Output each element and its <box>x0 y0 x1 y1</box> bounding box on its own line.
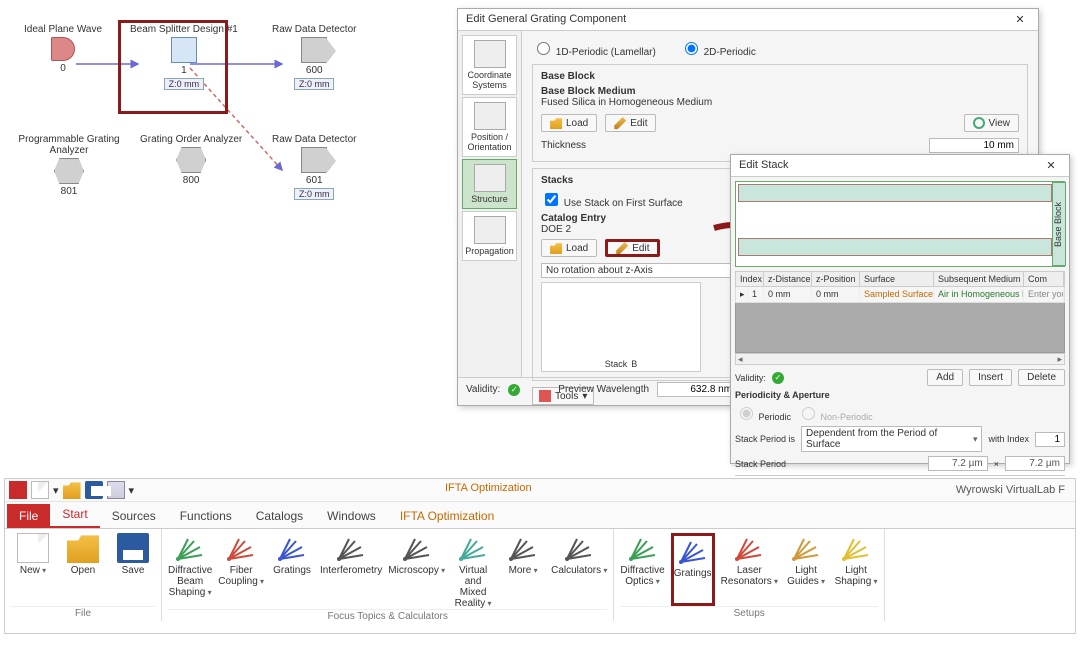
qat-dropdown-icon[interactable]: ▾ <box>53 484 59 497</box>
ribbon-item-microscopy[interactable]: Microscopy <box>388 533 445 609</box>
base-block-medium-label: Base Block Medium <box>541 86 1019 97</box>
validity-ok-icon: ✓ <box>772 372 784 384</box>
base-block-side-label: Base Block <box>1052 182 1066 266</box>
system-diagram: Ideal Plane Wave 0 Beam Splitter Design … <box>24 18 444 238</box>
ribbon-item-interferometry[interactable]: Interferometry <box>320 533 382 609</box>
ribbon-item-open[interactable]: Open <box>61 533 105 606</box>
node-raw-detector-601[interactable]: Raw Data Detector 601 Z:0 mm <box>272 134 356 200</box>
radio-2d-periodic[interactable]: 2D-Periodic <box>680 39 756 58</box>
preview-wavelength-input[interactable] <box>657 382 737 397</box>
delete-button[interactable]: Delete <box>1018 369 1065 386</box>
ribbon-item-light-shaping[interactable]: LightShaping <box>834 533 878 606</box>
ribbon-item-new[interactable]: New <box>11 533 55 606</box>
ribbon-item-gratings[interactable]: Gratings <box>270 533 314 609</box>
tab-sources[interactable]: Sources <box>100 504 168 528</box>
radio-1d-periodic[interactable]: 1D-Periodic (Lamellar) <box>532 39 656 58</box>
app-icon <box>9 481 27 499</box>
insert-button[interactable]: Insert <box>969 369 1012 386</box>
tab-coordinate-systems[interactable]: Coordinate Systems <box>462 35 517 95</box>
qat-open-icon[interactable] <box>63 481 81 499</box>
ribbon-item-diffractive-beam-shaping[interactable]: DiffractiveBeamShaping <box>168 533 212 609</box>
tab-catalogs[interactable]: Catalogs <box>244 504 315 528</box>
app-title: Wyrowski VirtualLab F <box>956 484 1071 496</box>
ribbon-item-virtual-and-mixed-reality[interactable]: VirtualandMixedReality <box>451 533 495 609</box>
stack-table-empty <box>735 303 1065 353</box>
ribbon-group-setups: DiffractiveOpticsGratingsLaserResonators… <box>614 529 885 621</box>
qat-save-icon[interactable] <box>85 481 103 499</box>
ribbon-item-more[interactable]: More <box>501 533 545 609</box>
tab-file[interactable]: File <box>7 504 50 528</box>
side-tab-list: Coordinate Systems Position / Orientatio… <box>458 31 522 377</box>
stack-preview: StackB <box>541 282 701 372</box>
with-index-input[interactable] <box>1035 432 1065 447</box>
node-grating-order-analyzer[interactable]: Grating Order Analyzer 800 <box>140 134 242 186</box>
tab-propagation[interactable]: Propagation <box>462 211 517 261</box>
ribbon-item-gratings[interactable]: Gratings <box>671 533 715 606</box>
qat-new-icon[interactable] <box>31 481 49 499</box>
base-block-medium-value: Fused Silica in Homogeneous Medium <box>541 97 1019 108</box>
periodic-radio[interactable]: Periodic <box>735 404 791 422</box>
edit-stack-button[interactable]: Edit <box>605 239 660 257</box>
ribbon-item-save[interactable]: Save <box>111 533 155 606</box>
add-button[interactable]: Add <box>927 369 963 386</box>
node-prog-grating-analyzer[interactable]: Programmable Grating Analyzer 801 <box>14 134 124 197</box>
close-icon[interactable]: ✕ <box>1010 13 1030 26</box>
ribbon-item-diffractive-optics[interactable]: DiffractiveOptics <box>620 533 664 606</box>
stack-visualization[interactable]: Base Block <box>735 181 1065 267</box>
node-ideal-plane-wave[interactable]: Ideal Plane Wave 0 <box>24 24 102 74</box>
validity-label: Validity: <box>466 384 500 395</box>
validity-ok-icon: ✓ <box>508 384 520 396</box>
load-stack-button[interactable]: Load <box>541 239 597 257</box>
tab-ifta-optimization[interactable]: IFTA Optimization <box>388 504 506 528</box>
thickness-input[interactable] <box>929 138 1019 153</box>
tab-structure[interactable]: Structure <box>462 159 517 209</box>
stack-dialog-title: Edit Stack <box>739 159 789 172</box>
ribbon-item-light-guides[interactable]: LightGuides <box>784 533 828 606</box>
ribbon: ▾ ▾ IFTA Optimization Wyrowski VirtualLa… <box>4 478 1076 634</box>
ribbon-group-file: NewOpenSaveFile <box>5 529 162 621</box>
non-periodic-radio: Non-Periodic <box>797 404 873 422</box>
stack-table-row[interactable]: ▸ 1 0 mm 0 mm Sampled Surface Air in Hom… <box>735 287 1065 303</box>
ribbon-item-fiber-coupling[interactable]: FiberCoupling <box>218 533 264 609</box>
ribbon-group-focus: DiffractiveBeamShapingFiberCouplingGrati… <box>162 529 614 621</box>
ribbon-item-laser-resonators[interactable]: LaserResonators <box>721 533 778 606</box>
stack-period-x <box>928 456 988 471</box>
close-icon[interactable]: ✕ <box>1041 159 1061 172</box>
tab-start[interactable]: Start <box>50 502 99 528</box>
view-button[interactable]: View <box>964 114 1020 132</box>
node-raw-detector-600[interactable]: Raw Data Detector 600 Z:0 mm <box>272 24 356 90</box>
stack-period-y <box>1005 456 1065 471</box>
dialog-title: Edit General Grating Component <box>466 13 626 26</box>
horizontal-scrollbar[interactable] <box>735 353 1065 365</box>
tab-windows[interactable]: Windows <box>315 504 388 528</box>
thickness-label: Thickness <box>541 140 586 151</box>
ribbon-item-calculators[interactable]: Calculators <box>551 533 607 609</box>
extra-tab-top[interactable]: IFTA Optimization <box>445 482 532 494</box>
dialog-edit-stack: Edit Stack ✕ Base Block Index z-Distance… <box>730 154 1070 464</box>
load-button[interactable]: Load <box>541 114 597 132</box>
node-beam-splitter[interactable]: Beam Splitter Design #1 1 Z:0 mm <box>130 24 238 90</box>
tab-position-orientation[interactable]: Position / Orientation <box>462 97 517 157</box>
periodicity-aperture-label: Periodicity & Aperture <box>735 390 1065 400</box>
tab-functions[interactable]: Functions <box>168 504 244 528</box>
stack-table-header: Index z-Distance z-Position Surface Subs… <box>735 271 1065 287</box>
edit-button-medium[interactable]: Edit <box>605 114 656 132</box>
stack-period-dropdown[interactable]: Dependent from the Period of Surface <box>801 426 982 452</box>
base-block-title: Base Block <box>541 71 1019 82</box>
qat-dropdown-icon[interactable]: ▾ <box>129 484 135 497</box>
preview-wavelength-label: Preview Wavelength <box>558 384 649 395</box>
use-stack-checkbox[interactable]: Use Stack on First Surface <box>541 198 683 209</box>
